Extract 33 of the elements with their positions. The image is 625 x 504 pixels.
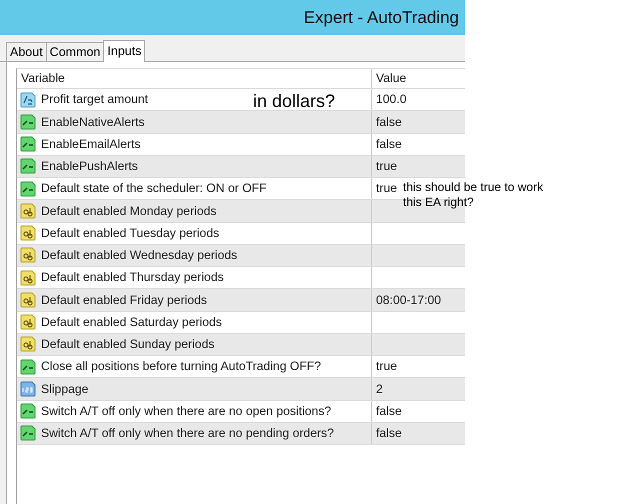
variable-name: Slippage — [41, 380, 88, 398]
value-cell[interactable]: false — [372, 134, 402, 154]
value-cell[interactable]: 100.0 — [372, 90, 406, 109]
value-cell[interactable]: true — [372, 179, 398, 198]
variable-name: EnablePushAlerts — [41, 158, 138, 176]
value-cell[interactable]: false — [372, 424, 402, 443]
value-cell[interactable]: false — [372, 402, 402, 420]
tab[interactable]: Inputs — [103, 40, 146, 62]
variable-name: Profit target amount — [41, 91, 148, 108]
variable-name: EnableEmailAlerts — [41, 136, 141, 153]
variable-name: Default enabled Thursday periods — [41, 269, 224, 286]
variable-name: Default enabled Tuesday periods — [41, 224, 220, 242]
column-header: Variable — [21, 70, 65, 88]
variable-name: Default enabled Monday periods — [41, 202, 216, 220]
variable-name: Close all positions before turning AutoTrading OFF? — [41, 358, 322, 376]
value-cell[interactable]: true — [372, 357, 398, 376]
variable-name: Default enabled Saturday periods — [41, 314, 222, 331]
variable-name: Default enabled Sunday periods — [41, 336, 214, 354]
value-cell[interactable]: 2 — [372, 380, 383, 398]
variable-name: Default enabled Wednesday periods — [41, 247, 238, 264]
variable-name: Switch A/T off only when there are no pending orders? — [41, 425, 334, 442]
variable-name: Default enabled Friday periods — [41, 292, 207, 309]
value-cell[interactable]: false — [372, 112, 402, 132]
value-cell[interactable]: 08:00-17:00 — [372, 290, 442, 310]
column-header: Value — [375, 70, 406, 88]
value-cell[interactable]: true — [372, 157, 398, 176]
window-title: Expert - AutoTrading — [304, 6, 459, 29]
variable-name: EnableNativeAlerts — [41, 114, 145, 131]
tab[interactable]: About — [6, 42, 47, 61]
variable-name: Switch A/T off only when there are no open positions? — [41, 402, 332, 420]
variable-name: Default state of the scheduler: ON or OFF — [41, 180, 267, 198]
annotation-note: this should be true to work this EA right? — [403, 180, 544, 210]
annotation-note: in dollars? — [253, 90, 336, 113]
